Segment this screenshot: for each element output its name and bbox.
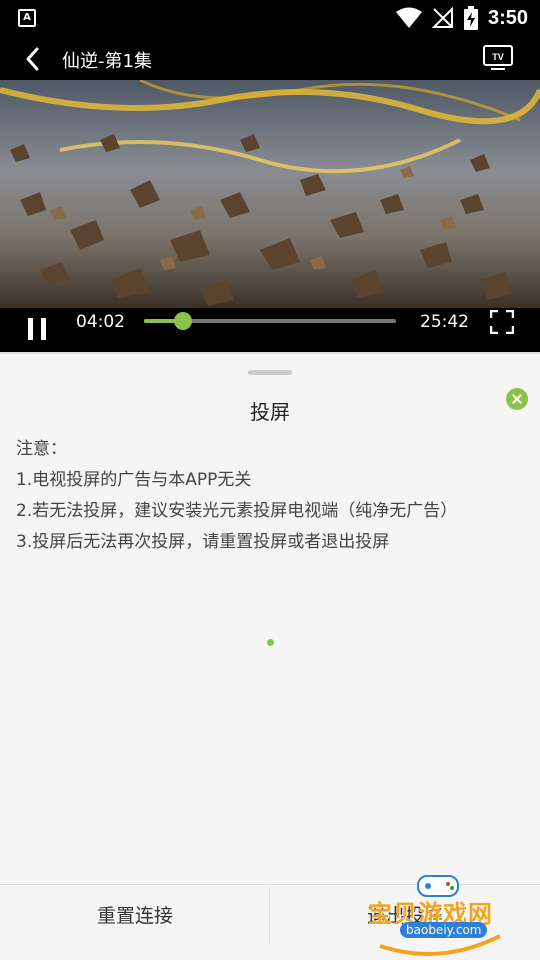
wifi-icon [395, 7, 422, 28]
note-item: 3.投屏后无法再次投屏，请重置投屏或者退出投屏 [16, 532, 390, 552]
status-time: 3:50 [487, 6, 528, 29]
reset-connection-button[interactable]: 重置连接 [0, 885, 270, 947]
video-title: 仙逆-第1集 [62, 51, 152, 72]
svg-text:TV: TV [492, 52, 504, 62]
no-signal-icon [431, 7, 453, 28]
total-time: 25:42 [420, 312, 469, 332]
watermark-url: baobeiy.com [400, 922, 488, 938]
sheet-title: 投屏 [250, 400, 290, 424]
close-sheet-button[interactable] [506, 388, 528, 410]
player-controls: 04:02 25:42 [0, 308, 540, 352]
status-bar: A 3:50 [0, 0, 540, 36]
video-frame[interactable] [0, 80, 540, 308]
current-time: 04:02 [76, 312, 125, 332]
progress-thumb[interactable] [174, 312, 193, 330]
title-bar: 仙逆-第1集 TV [0, 36, 540, 80]
loading-indicator [267, 639, 274, 646]
tv-cast-button[interactable]: TV [482, 44, 514, 72]
video-frame-image [0, 80, 540, 308]
note-item: 1.电视投屏的广告与本APP无关 [16, 470, 252, 490]
progress-bar[interactable] [144, 312, 396, 330]
sheet-drag-handle[interactable] [248, 370, 292, 375]
cast-notes: 注意： 1.电视投屏的广告与本APP无关 2.若无法投屏，建议安装光元素投屏电视… [16, 434, 457, 558]
notes-heading: 注意： [16, 439, 67, 459]
back-button[interactable] [18, 44, 48, 74]
battery-charging-icon [463, 6, 478, 30]
fullscreen-button[interactable] [490, 310, 514, 334]
note-item: 2.若无法投屏，建议安装光元素投屏电视端（纯净无广告） [16, 501, 458, 521]
pause-button[interactable] [26, 316, 50, 342]
status-icons: 3:50 [395, 5, 528, 31]
app-notification-icon: A [18, 9, 36, 27]
watermark: 宝贝游戏网 baobeiy.com [360, 866, 520, 956]
